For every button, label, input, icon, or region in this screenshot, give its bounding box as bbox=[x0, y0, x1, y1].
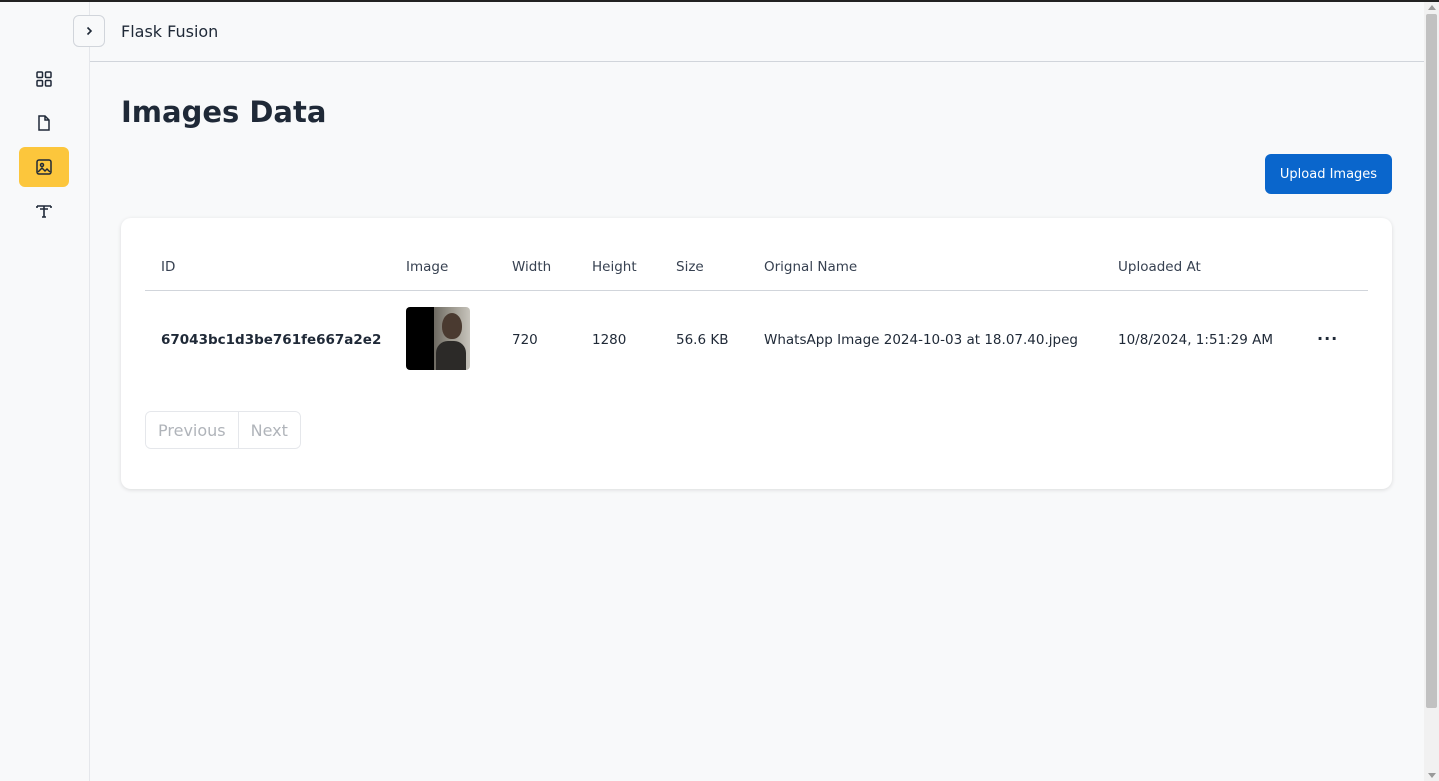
cell-uploaded-at: 10/8/2024, 1:51:29 AM bbox=[1118, 332, 1274, 348]
image-icon bbox=[36, 159, 52, 175]
row-actions-more-icon[interactable]: ··· bbox=[1317, 329, 1338, 348]
column-header-size: Size bbox=[676, 259, 704, 275]
thumbnail-figure-body bbox=[436, 341, 466, 370]
chevron-right-icon bbox=[86, 26, 93, 36]
dashboard-grid-icon bbox=[36, 71, 52, 87]
document-icon bbox=[38, 115, 50, 131]
table-header-divider bbox=[145, 290, 1368, 291]
sidebar-item-images[interactable] bbox=[19, 147, 69, 187]
cell-size: 56.6 KB bbox=[676, 332, 729, 348]
upload-images-button[interactable]: Upload Images bbox=[1265, 154, 1392, 194]
vertical-scrollbar[interactable] bbox=[1424, 2, 1439, 781]
sidebar-item-text[interactable] bbox=[19, 191, 69, 231]
sidebar-item-documents[interactable] bbox=[19, 103, 69, 143]
previous-page-button[interactable]: Previous bbox=[146, 412, 238, 448]
column-header-width: Width bbox=[512, 259, 552, 275]
scrollbar-thumb[interactable] bbox=[1426, 14, 1437, 708]
page-title: Images Data bbox=[121, 95, 327, 129]
scroll-down-arrow-icon[interactable] bbox=[1428, 773, 1436, 778]
top-bar: Flask Fusion bbox=[90, 2, 1424, 62]
column-header-original-name: Orignal Name bbox=[764, 259, 858, 275]
sidebar bbox=[0, 2, 90, 781]
sidebar-toggle-button[interactable] bbox=[73, 15, 105, 47]
column-header-id: ID bbox=[161, 259, 176, 275]
column-header-uploaded-at: Uploaded At bbox=[1118, 259, 1201, 275]
image-thumbnail[interactable] bbox=[406, 307, 470, 370]
cell-height: 1280 bbox=[592, 332, 627, 348]
column-header-image: Image bbox=[406, 259, 449, 275]
next-page-button[interactable]: Next bbox=[237, 412, 300, 448]
app-title: Flask Fusion bbox=[121, 22, 219, 41]
sidebar-item-dashboard[interactable] bbox=[19, 59, 69, 99]
column-header-height: Height bbox=[592, 259, 637, 275]
images-table-card: ID Image Width Height Size Orignal Name … bbox=[121, 218, 1392, 489]
scroll-up-arrow-icon[interactable] bbox=[1428, 5, 1436, 10]
pagination: Previous Next bbox=[145, 411, 301, 449]
cell-width: 720 bbox=[512, 332, 538, 348]
cell-original-name: WhatsApp Image 2024-10-03 at 18.07.40.jp… bbox=[764, 332, 1078, 348]
thumbnail-figure-head bbox=[442, 313, 462, 339]
cell-id: 67043bc1d3be761fe667a2e2 bbox=[161, 332, 382, 348]
text-type-icon bbox=[36, 205, 52, 218]
